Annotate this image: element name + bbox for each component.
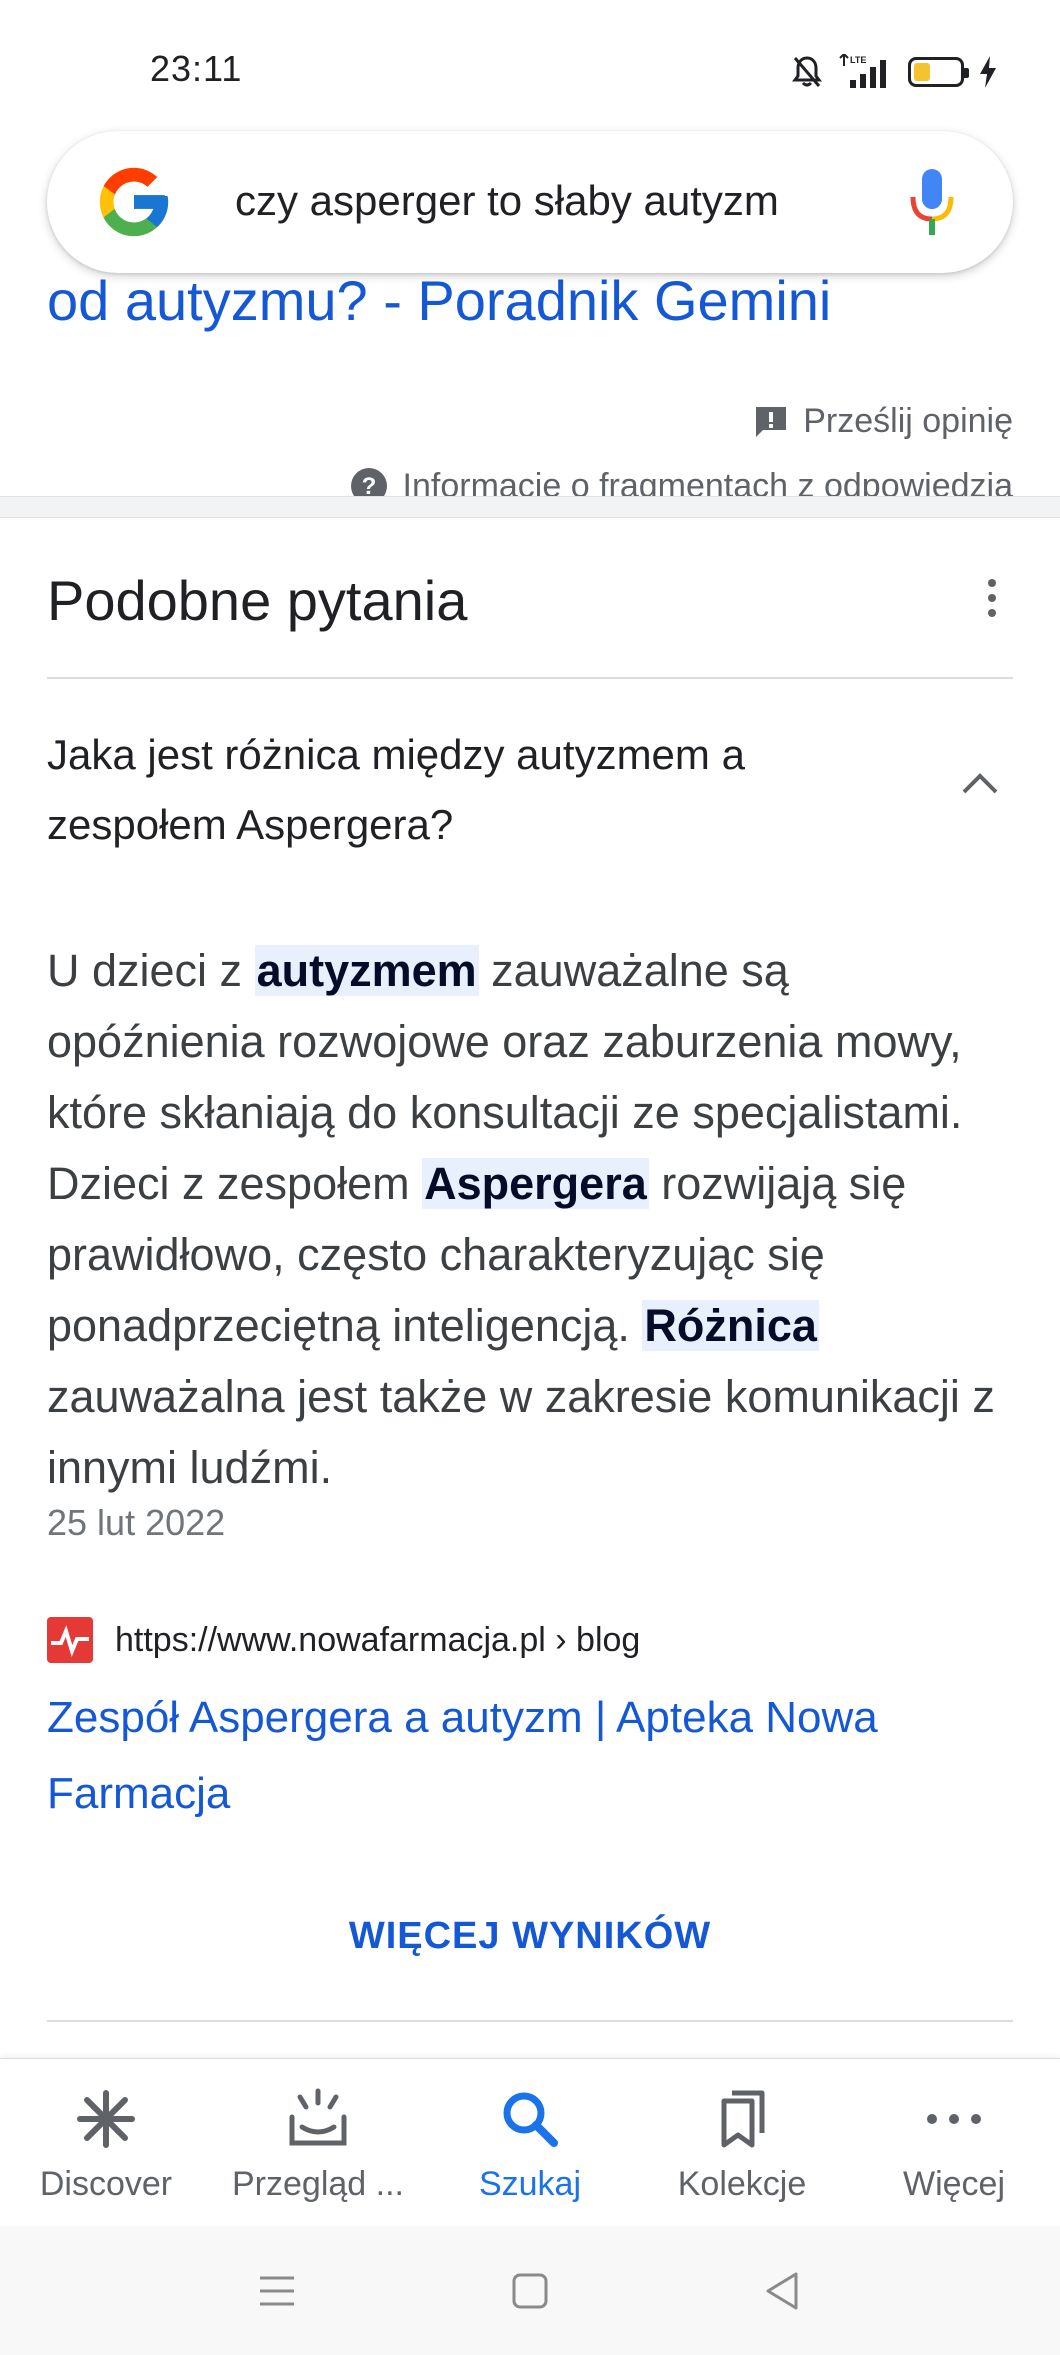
nav-label: Discover (39, 2165, 173, 2203)
snapshot-icon (289, 2088, 347, 2146)
asterisk-icon (77, 2090, 135, 2148)
status-time: 23:11 (150, 48, 243, 89)
highlight: Różnica (642, 1300, 819, 1351)
nav-label: Kolekcje (677, 2165, 807, 2203)
answer-date: 25 lut 2022 (47, 1502, 226, 1543)
lte-signal-icon: LTE (839, 54, 886, 88)
svg-text:?: ? (361, 473, 376, 496)
chevron-up-icon[interactable] (960, 770, 1000, 796)
system-nav (0, 2226, 1060, 2355)
bookmarks-icon (721, 2090, 765, 2148)
more-results-button[interactable]: WIĘCEJ WYNIKÓW (0, 1915, 1060, 1958)
feedback-link[interactable]: Prześlij opinię (753, 402, 1013, 441)
menu-icon[interactable] (252, 2266, 302, 2316)
search-input[interactable]: czy asperger to słaby autyzm (235, 171, 895, 231)
svg-text:LTE: LTE (850, 55, 866, 65)
help-icon: ? (350, 468, 387, 496)
feedback-label: Prześlij opinię (803, 402, 1013, 440)
source-url[interactable]: https://www.nowafarmacja.pl › blog (115, 1621, 640, 1660)
google-logo[interactable] (93, 161, 175, 243)
nav-search[interactable]: Szukaj (424, 2059, 636, 2226)
more-options-icon[interactable] (984, 578, 1000, 618)
divider (47, 677, 1013, 679)
feedback-icon (756, 406, 787, 437)
mic-icon[interactable] (907, 167, 957, 239)
home-icon[interactable] (505, 2266, 555, 2316)
nav-label: Szukaj (478, 2165, 582, 2203)
section-separator (0, 496, 1060, 518)
source[interactable]: https://www.nowafarmacja.pl › blog (47, 1617, 640, 1663)
search-bar[interactable]: czy asperger to słaby autyzm (47, 131, 1013, 273)
nav-discover[interactable]: Discover (0, 2059, 212, 2226)
source-title-link[interactable]: Zespół Aspergera a autyzm | Apteka Nowa … (47, 1680, 1013, 1832)
nav-label: Więcej (902, 2165, 1006, 2203)
status-bar: 23:11 LTE (0, 0, 1060, 130)
nav-collections[interactable]: Kolekcje (636, 2059, 848, 2226)
snippet-info-label: Informacje o fragmentach z odpowiedzią (402, 466, 1013, 497)
highlight: autyzmem (254, 945, 479, 996)
related-question[interactable]: Jaka jest różnica między autyzmem a zesp… (47, 720, 867, 860)
status-icons: LTE (792, 52, 998, 92)
answer-text: U dzieci z autyzmem zauważalne są opóźni… (47, 945, 995, 1493)
nav-more[interactable]: Więcej (848, 2059, 1060, 2226)
bottom-nav: Discover Przegląd ... Szukaj Kolekcje Wi… (0, 2058, 1060, 2226)
battery-icon (908, 57, 969, 87)
bell-off-icon (792, 56, 822, 87)
search-icon (503, 2092, 558, 2147)
charging-icon (980, 56, 996, 88)
highlight: Aspergera (422, 1158, 649, 1209)
snippet-info-link[interactable]: ? Informacje o fragmentach z odpowiedzią (349, 466, 1013, 496)
related-questions-title: Podobne pytania (47, 569, 468, 632)
nav-label: Przegląd ... (232, 2165, 404, 2203)
more-dots-icon (927, 2114, 981, 2124)
previous-result: od autyzmu? - Poradnik Gemini Prześlij o… (0, 270, 1060, 496)
site-favicon (47, 1617, 93, 1663)
previous-result-title[interactable]: od autyzmu? - Poradnik Gemini (47, 270, 831, 333)
nav-snapshot[interactable]: Przegląd ... (212, 2059, 424, 2226)
back-icon[interactable] (758, 2266, 808, 2316)
divider (47, 2020, 1013, 2022)
